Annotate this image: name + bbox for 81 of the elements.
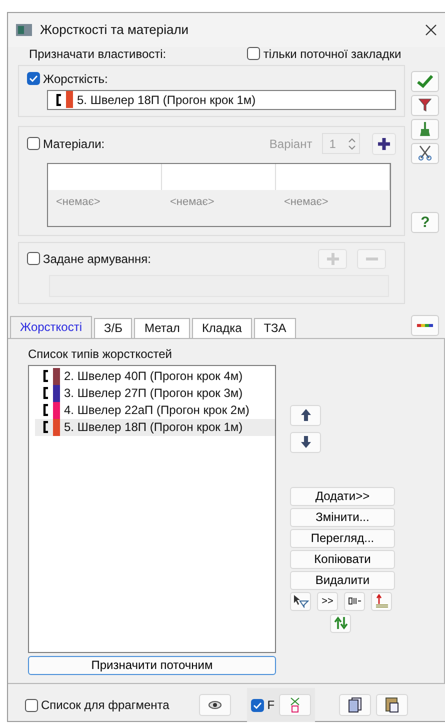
- more-button[interactable]: >>: [317, 592, 338, 611]
- channel-section-icon: [56, 94, 62, 106]
- brush-icon: [419, 121, 432, 138]
- channel-section-icon: [43, 421, 49, 434]
- checkbox-label: тільки поточної закладки: [263, 46, 402, 61]
- field-value: 5. Швелер 18П (Прогон крок 1м): [77, 92, 256, 107]
- action-button[interactable]: Видалити: [290, 570, 395, 590]
- color-scale-icon: [417, 324, 433, 327]
- window-icon: [16, 24, 32, 36]
- tab[interactable]: ТЗА: [254, 318, 296, 338]
- checkbox-label: Задане армування:: [43, 252, 151, 266]
- filter-button[interactable]: [411, 94, 440, 116]
- bars-arrow-icon: [374, 594, 388, 608]
- move-up-button[interactable]: [290, 404, 321, 426]
- plus-icon: [377, 136, 392, 151]
- apply-button[interactable]: [411, 70, 440, 92]
- table-cell-text: <немає>: [55, 194, 102, 210]
- checkbox[interactable]: [27, 252, 40, 266]
- close-icon[interactable]: [425, 24, 437, 36]
- clipboard-icon: [384, 697, 399, 713]
- tab[interactable]: З/Б: [94, 318, 132, 338]
- fragment-icon: [288, 697, 301, 713]
- assign-label: Призначати властивості:: [29, 46, 166, 61]
- view-button[interactable]: [199, 694, 232, 716]
- scissors-icon: [418, 145, 432, 162]
- action-button[interactable]: Додати>>: [290, 486, 395, 506]
- numbering-button[interactable]: [344, 592, 365, 611]
- funnel-icon: [418, 98, 432, 112]
- checkbox-label: Жорсткість:: [43, 72, 108, 86]
- paste-button[interactable]: [376, 694, 408, 716]
- list-item[interactable]: 3. Швелер 27П (Прогон крок 3м): [35, 384, 275, 402]
- action-button[interactable]: Перегляд...: [290, 528, 395, 548]
- color-scale-button[interactable]: [411, 314, 439, 336]
- cursor-funnel-icon: [292, 594, 308, 608]
- checkmark-icon: [417, 74, 434, 88]
- tick-icon: [253, 702, 262, 708]
- brush-button[interactable]: [411, 118, 440, 140]
- select-filter-button[interactable]: [290, 592, 311, 611]
- list-title: Список типів жорсткостей: [28, 346, 173, 361]
- checkbox-label: Список для фрагмента: [41, 698, 170, 712]
- tab[interactable]: Жорсткості: [10, 316, 92, 338]
- copy-button[interactable]: [338, 694, 371, 716]
- move-down-button[interactable]: [290, 432, 321, 453]
- add-button[interactable]: [372, 132, 396, 155]
- sort-button[interactable]: [371, 592, 392, 611]
- pages-icon: [348, 697, 362, 713]
- tick-icon: [29, 75, 38, 82]
- checkbox-label: F: [267, 698, 275, 712]
- tab[interactable]: Кладка: [192, 318, 252, 338]
- plus-icon: [326, 252, 339, 265]
- channel-section-icon: [43, 370, 49, 382]
- window-title: Жорсткості та матеріали: [40, 22, 190, 38]
- action-button[interactable]: Змінити...: [290, 508, 395, 527]
- tab[interactable]: Метал: [134, 318, 190, 338]
- digits-icon: [348, 597, 362, 606]
- checkbox[interactable]: [27, 72, 40, 86]
- stiffness-field[interactable]: 5. Швелер 18П (Прогон крок 1м): [47, 90, 396, 110]
- refresh-button[interactable]: [330, 614, 351, 633]
- checkbox[interactable]: [247, 47, 260, 60]
- checkbox[interactable]: [25, 698, 38, 712]
- help-button[interactable]: ?: [411, 212, 440, 233]
- channel-section-icon: [43, 387, 49, 400]
- checkbox[interactable]: [27, 137, 40, 150]
- checkbox-label: Матеріали:: [43, 136, 105, 151]
- variant-label: Варіант: [269, 136, 312, 151]
- action-button[interactable]: Копіювати: [290, 550, 395, 569]
- table-cell-text: <немає>: [169, 194, 216, 210]
- channel-section-icon: [43, 404, 49, 416]
- arrow-up-icon: [300, 409, 310, 422]
- assign-current-button[interactable]: Призначити поточним: [28, 656, 276, 675]
- minus-icon: [366, 256, 378, 261]
- eye-icon: [208, 701, 222, 709]
- checkbox[interactable]: [251, 698, 264, 712]
- list-item[interactable]: 4. Швелер 22аП (Прогон крок 2м): [35, 402, 275, 419]
- list-item[interactable]: 5. Швелер 18П (Прогон крок 1м): [35, 418, 275, 436]
- list-item[interactable]: 2. Швелер 40П (Прогон крок 4м): [35, 368, 275, 385]
- swap-arrows-icon: [334, 616, 348, 630]
- arrow-down-icon: [300, 436, 310, 448]
- fragment-button[interactable]: [278, 694, 311, 716]
- table-cell-text: <немає>: [283, 194, 330, 210]
- cut-button[interactable]: [411, 142, 440, 164]
